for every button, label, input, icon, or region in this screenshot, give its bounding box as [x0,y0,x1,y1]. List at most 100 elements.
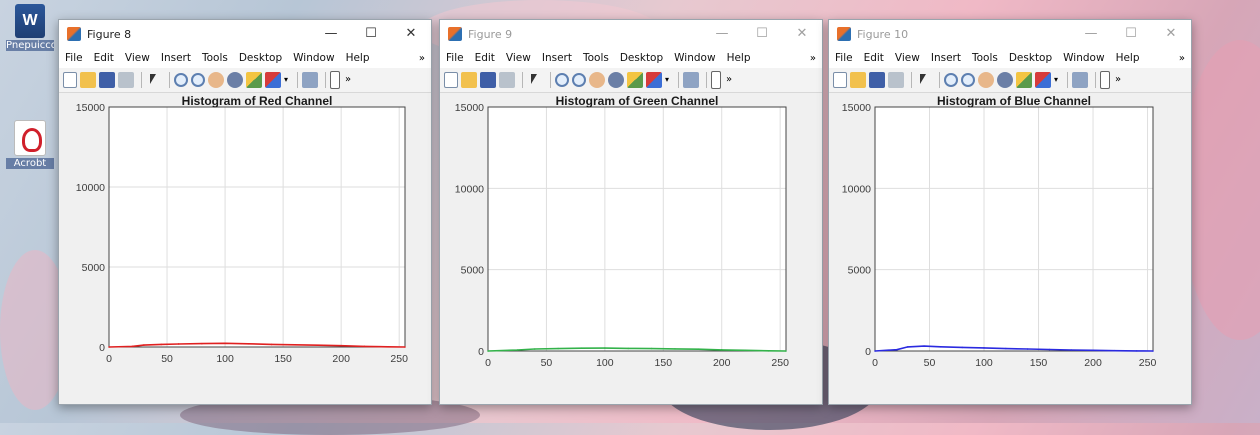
data-cursor-icon[interactable] [1016,72,1032,88]
insert-colorbar-icon[interactable] [330,71,340,89]
rotate-3d-icon[interactable] [997,72,1013,88]
dropdown-arrow-icon[interactable]: ▾ [665,72,671,88]
print-icon[interactable] [499,72,515,88]
edit-plot-pointer-icon[interactable] [527,72,543,88]
zoom-in-icon[interactable] [944,73,958,87]
edit-plot-pointer-icon[interactable] [146,72,162,88]
menu-window[interactable]: Window [1063,52,1104,64]
zoom-in-icon[interactable] [555,73,569,87]
menu-window[interactable]: Window [674,52,715,64]
histogram-data-point [627,347,630,350]
menu-file[interactable]: File [446,52,464,64]
insert-colorbar-icon[interactable] [711,71,721,89]
minimize-button[interactable]: — [311,20,351,48]
menu-help[interactable]: Help [727,52,751,64]
print-icon[interactable] [888,72,904,88]
dropdown-arrow-icon[interactable]: ▾ [1054,72,1060,88]
menu-insert[interactable]: Insert [931,52,961,64]
window-titlebar[interactable]: Figure 10 — ☐ ✕ [829,20,1191,48]
close-button[interactable]: ✕ [1151,20,1191,48]
minimize-button[interactable]: — [702,20,742,48]
open-file-icon[interactable] [461,72,477,88]
figure-window[interactable]: Figure 8 — ☐ ✕ File Edit View Insert Tools Deskto… [58,19,432,405]
link-plot-icon[interactable] [683,72,699,88]
menu-help[interactable]: Help [1116,52,1140,64]
open-file-icon[interactable] [850,72,866,88]
rotate-3d-icon[interactable] [608,72,624,88]
menu-desktop[interactable]: Desktop [239,52,282,64]
pan-hand-icon[interactable] [589,72,605,88]
data-cursor-icon[interactable] [246,72,262,88]
menu-edit[interactable]: Edit [864,52,884,64]
toolbar-separator [678,72,679,88]
toolbar-overflow-icon[interactable]: » [724,72,734,88]
close-button[interactable]: ✕ [391,20,431,48]
print-icon[interactable] [118,72,134,88]
menu-view[interactable]: View [506,52,531,64]
minimize-button[interactable]: — [1071,20,1111,48]
menu-view[interactable]: View [895,52,920,64]
new-figure-icon[interactable] [444,72,458,88]
menu-desktop[interactable]: Desktop [1009,52,1052,64]
figure-canvas[interactable]: 0 50 100 150 200 250 0 5000 10000 15000 Histogram … [440,93,822,404]
data-cursor-icon[interactable] [627,72,643,88]
new-figure-icon[interactable] [833,72,847,88]
menu-help[interactable]: Help [346,52,370,64]
toolbar-overflow-icon[interactable]: » [1113,72,1123,88]
window-titlebar[interactable]: Figure 9 — ☐ ✕ [440,20,822,48]
menu-tools[interactable]: Tools [583,52,609,64]
edit-plot-pointer-icon[interactable] [916,72,932,88]
x-tick-label: 250 [771,357,789,369]
save-icon[interactable] [480,72,496,88]
menu-window[interactable]: Window [293,52,334,64]
insert-colorbar-icon[interactable] [1100,71,1110,89]
rotate-3d-icon[interactable] [227,72,243,88]
link-plot-icon[interactable] [1072,72,1088,88]
pan-hand-icon[interactable] [978,72,994,88]
link-plot-icon[interactable] [302,72,318,88]
figure-window[interactable]: Figure 10 — ☐ ✕ File Edit View Insert Tools Deskt… [828,19,1192,405]
zoom-out-icon[interactable] [191,73,205,87]
window-titlebar[interactable]: Figure 8 — ☐ ✕ [59,20,431,48]
brush-data-icon[interactable] [265,72,281,88]
menu-insert[interactable]: Insert [542,52,572,64]
maximize-button[interactable]: ☐ [351,20,391,48]
zoom-out-icon[interactable] [961,73,975,87]
menu-tools[interactable]: Tools [202,52,228,64]
figure-canvas[interactable]: 0 50 100 150 200 250 0 5000 10000 15000 Histogram … [829,93,1191,404]
menu-desktop[interactable]: Desktop [620,52,663,64]
brush-data-icon[interactable] [1035,72,1051,88]
maximize-button[interactable]: ☐ [1111,20,1151,48]
zoom-out-icon[interactable] [572,73,586,87]
menu-view[interactable]: View [125,52,150,64]
open-file-icon[interactable] [80,72,96,88]
save-icon[interactable] [869,72,885,88]
menu-overflow-chevron-icon[interactable]: » [419,53,425,64]
histogram-data-point [1005,347,1007,350]
brush-data-icon[interactable] [646,72,662,88]
menu-tools[interactable]: Tools [972,52,998,64]
menu-edit[interactable]: Edit [94,52,114,64]
histogram-data-point [533,348,536,350]
pan-hand-icon[interactable] [208,72,224,88]
maximize-button[interactable]: ☐ [742,20,782,48]
menu-insert[interactable]: Insert [161,52,191,64]
desktop-icon-acrobat[interactable]: Acrobt [6,120,54,169]
close-button[interactable]: ✕ [782,20,822,48]
toolbar-overflow-icon[interactable]: » [343,72,353,88]
menu-overflow-chevron-icon[interactable]: » [1179,53,1185,64]
toolbar-separator [1095,72,1096,88]
menu-edit[interactable]: Edit [475,52,495,64]
menu-file[interactable]: File [65,52,83,64]
new-figure-icon[interactable] [63,72,77,88]
desktop-icon-word[interactable]: W Pnepuicco [6,4,54,51]
toolbar-separator [939,72,940,88]
histogram-data-point [1152,350,1154,352]
figure-window[interactable]: Figure 9 — ☐ ✕ File Edit View Insert Tools Deskto… [439,19,823,405]
dropdown-arrow-icon[interactable]: ▾ [284,72,290,88]
menu-overflow-chevron-icon[interactable]: » [810,53,816,64]
figure-canvas[interactable]: 0 50 100 150 200 250 0 5000 10000 15000 Histogram … [59,93,431,404]
zoom-in-icon[interactable] [174,73,188,87]
save-icon[interactable] [99,72,115,88]
menu-file[interactable]: File [835,52,853,64]
